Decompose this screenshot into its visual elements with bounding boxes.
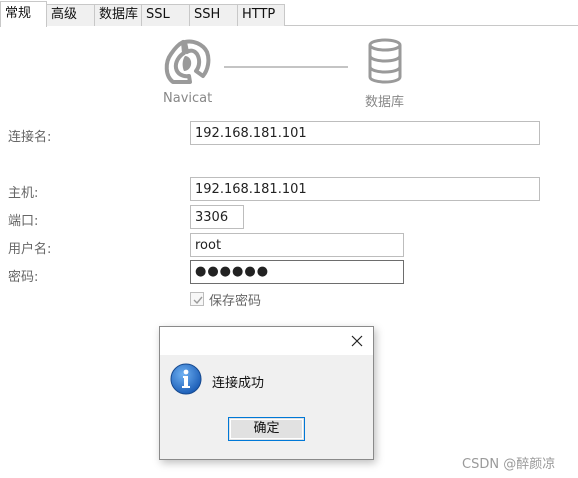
tab-general[interactable]: 常规 bbox=[0, 1, 47, 27]
username-label: 用户名: bbox=[8, 242, 52, 257]
connection-name-label: 连接名: bbox=[8, 130, 52, 145]
dialog-titlebar[interactable] bbox=[160, 327, 373, 355]
tab-http[interactable]: HTTP bbox=[237, 4, 285, 26]
password-label: 密码: bbox=[8, 270, 39, 285]
tab-databases[interactable]: 数据库 bbox=[94, 4, 142, 26]
connection-success-dialog: 连接成功 确定 bbox=[159, 326, 374, 460]
check-icon bbox=[193, 296, 203, 305]
close-icon[interactable] bbox=[350, 334, 364, 348]
tab-bar: 常规 高级 数据库 SSL SSH HTTP bbox=[0, 0, 578, 27]
database-label: 数据库 bbox=[365, 95, 405, 110]
navicat-logo-icon bbox=[164, 39, 211, 84]
tab-ssl[interactable]: SSL bbox=[141, 4, 190, 26]
host-label: 主机: bbox=[8, 186, 39, 201]
username-input[interactable] bbox=[190, 233, 404, 257]
navicat-label: Navicat bbox=[163, 91, 213, 106]
host-input[interactable] bbox=[190, 177, 540, 201]
save-password-checkbox[interactable] bbox=[190, 292, 204, 306]
tab-advanced[interactable]: 高级 bbox=[46, 4, 95, 26]
port-label: 端口: bbox=[8, 214, 39, 229]
tab-ssh[interactable]: SSH bbox=[189, 4, 238, 26]
connection-name-input[interactable] bbox=[190, 121, 540, 145]
info-icon bbox=[170, 363, 202, 395]
port-input[interactable] bbox=[190, 205, 244, 229]
dialog-body: 连接成功 确定 bbox=[160, 355, 373, 459]
database-icon bbox=[368, 38, 402, 84]
connection-line bbox=[224, 66, 348, 68]
save-password-label: 保存密码 bbox=[209, 294, 262, 309]
watermark: CSDN @醉颜凉 bbox=[462, 457, 556, 472]
dialog-message: 连接成功 bbox=[212, 376, 265, 391]
ok-button[interactable]: 确定 bbox=[228, 417, 305, 441]
password-input[interactable]: ●●●●●● bbox=[190, 260, 404, 284]
